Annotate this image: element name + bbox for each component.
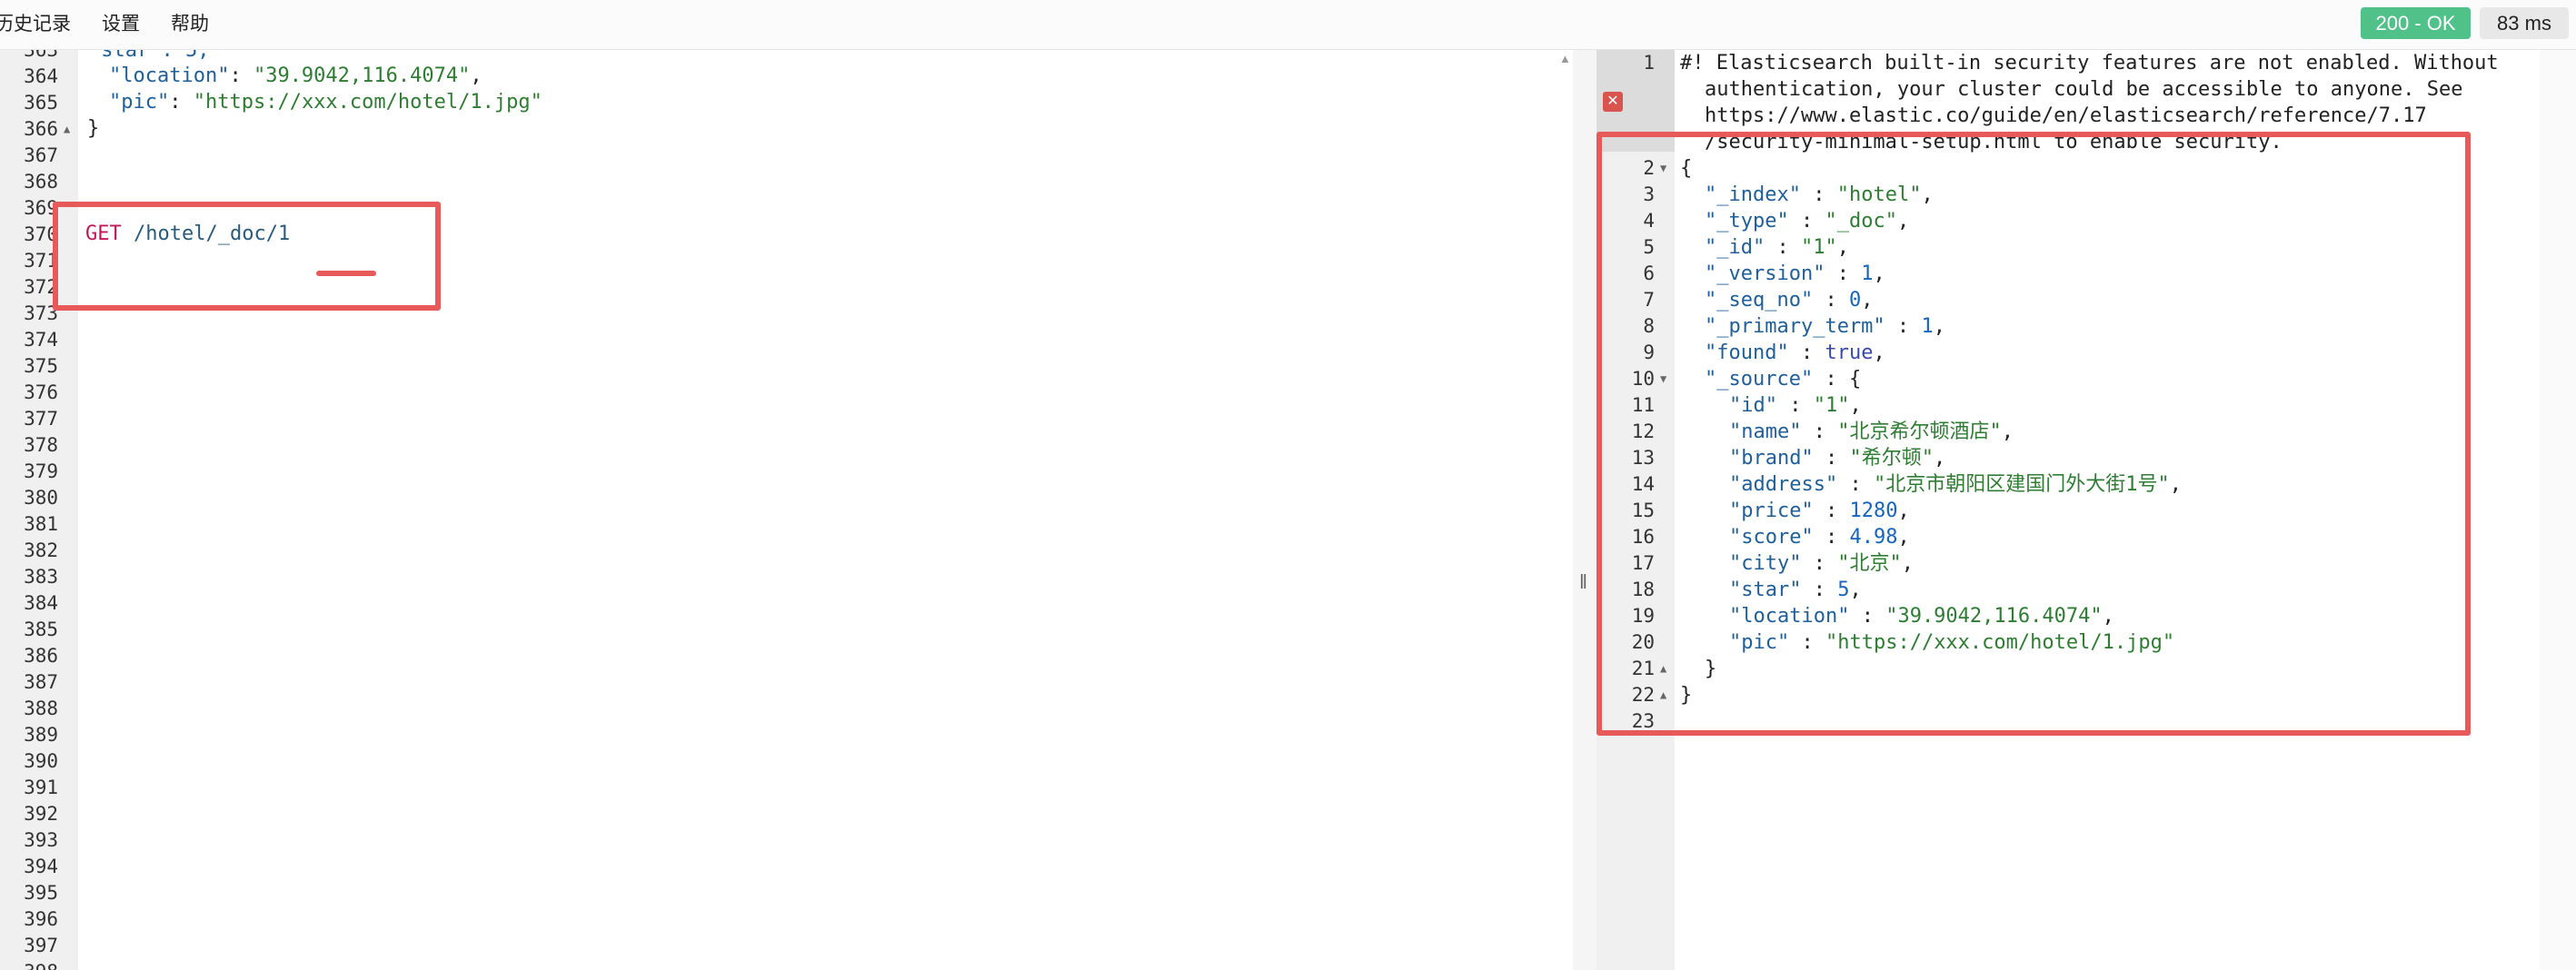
line-number: 373 — [24, 302, 58, 324]
line-number: 369 — [24, 197, 58, 219]
code-line-365: "pic": "https://xxx.com/hotel/1.jpg" — [109, 91, 542, 114]
line-number: 364 — [24, 65, 58, 87]
line-number: 372 — [24, 276, 58, 298]
line-number: 398 — [0, 959, 58, 970]
request-editor[interactable]: "star": 5, "location": "39.9042,116.4074… — [78, 50, 1573, 970]
line-number: 380 — [24, 487, 58, 509]
line-number: 375 — [24, 355, 58, 377]
scroll-up-icon[interactable]: ▲ — [1559, 52, 1571, 65]
line-number: 394 — [24, 856, 58, 877]
line-number: 377 — [24, 408, 58, 430]
line-number: 385 — [24, 619, 58, 640]
comment-line-2: authentication, your cluster could be ac… — [1705, 78, 2463, 101]
line-number: 396 — [24, 908, 58, 930]
menu-help[interactable]: 帮助 — [171, 9, 209, 36]
line-number: 365 — [24, 92, 58, 114]
code-line-364: "location": "39.9042,116.4074", — [109, 64, 482, 87]
line-number: 397 — [24, 935, 58, 956]
line-number: 386 — [24, 645, 58, 667]
line-number: 370 — [24, 223, 58, 245]
line-number: 379 — [24, 460, 58, 482]
line-number: 390 — [24, 750, 58, 772]
response-highlight-box — [1596, 132, 2471, 736]
fold-arrow-icon[interactable]: ▲ — [64, 116, 70, 143]
line-number: 382 — [24, 539, 58, 561]
line-number: 371 — [24, 250, 58, 272]
status-badge: 200 - OK — [2361, 7, 2471, 39]
response-scrollbar[interactable] — [2540, 50, 2576, 970]
line-number: 388 — [24, 698, 58, 719]
comment-line-3: https://www.elastic.co/guide/en/elastics… — [1705, 104, 2427, 127]
splitter-handle-icon[interactable]: ‖ — [1579, 570, 1587, 594]
line-number: 383 — [24, 566, 58, 588]
line-number: 366 — [24, 118, 58, 140]
line-number: 391 — [24, 777, 58, 798]
line-number: 381 — [24, 513, 58, 535]
pane-splitter[interactable] — [1573, 50, 1596, 970]
line-number: 368 — [24, 171, 58, 193]
response-time-badge: 83 ms — [2480, 7, 2569, 39]
line-number: 389 — [24, 724, 58, 746]
code-line-366: } — [87, 117, 100, 140]
request-highlight-box — [53, 202, 441, 311]
line-number: 363 — [24, 50, 58, 61]
code-line-363: "star": 5, — [89, 50, 210, 62]
line-number: 393 — [24, 829, 58, 851]
line-number: 376 — [24, 381, 58, 403]
cursor-underline-mark — [316, 271, 376, 276]
comment-line-1: #! Elasticsearch built-in security featu… — [1680, 52, 2499, 74]
line-number: 378 — [24, 434, 58, 456]
menu-history[interactable]: 历史记录 — [0, 9, 71, 36]
error-icon: ✕ — [1603, 92, 1623, 112]
line-number: 395 — [24, 882, 58, 904]
line-number: 392 — [24, 803, 58, 825]
line-number: 367 — [24, 144, 58, 166]
line-number: 1 — [1643, 52, 1655, 74]
line-number: 387 — [24, 671, 58, 693]
menu-settings[interactable]: 设置 — [102, 9, 140, 36]
line-number: 384 — [24, 592, 58, 614]
top-toolbar: 历史记录 设置 帮助 200 - OK 83 ms — [0, 0, 2576, 50]
line-number: 374 — [24, 329, 58, 351]
request-editor-gutter: 363 364 365 366 ▲ 367 368 369 370 371 372 373 374 375… — [0, 50, 78, 970]
